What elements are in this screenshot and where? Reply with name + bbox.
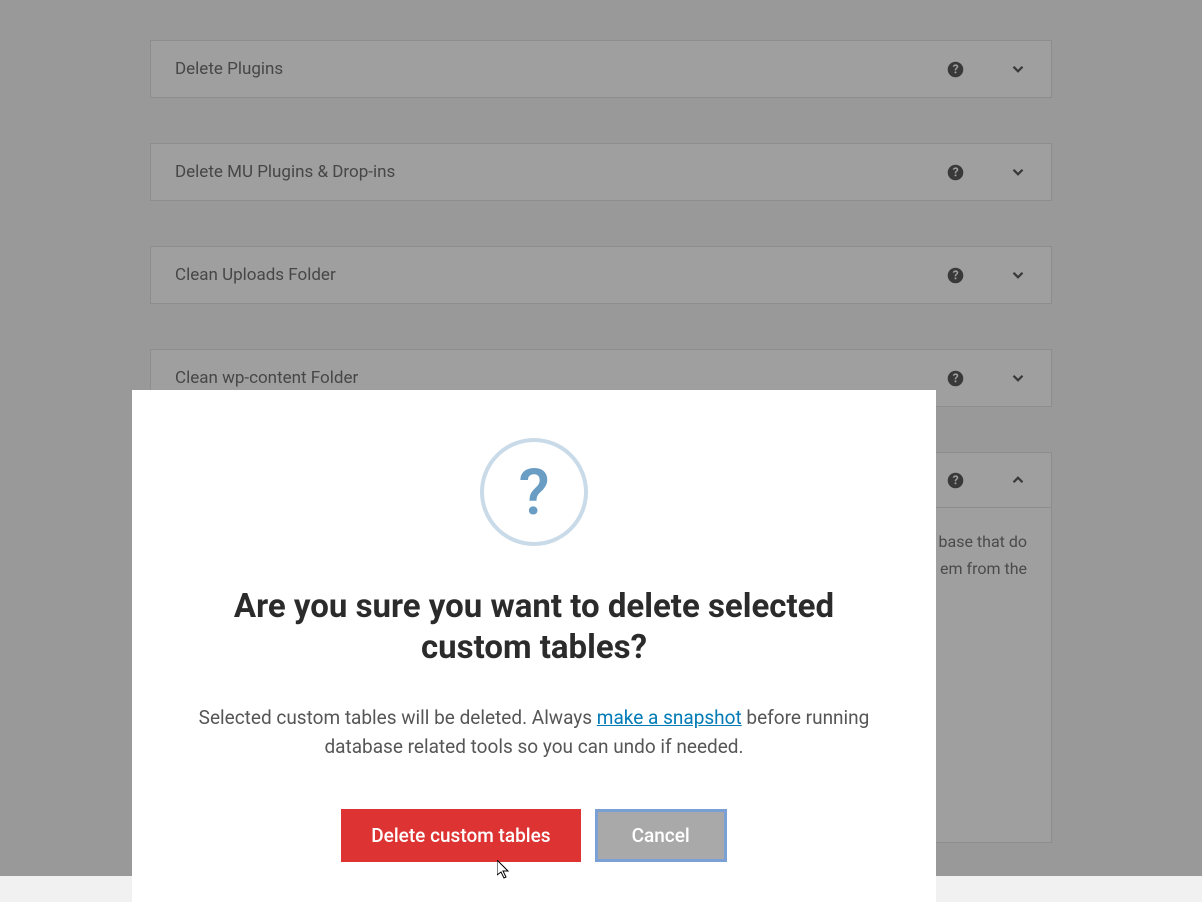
question-icon: ?	[480, 438, 588, 546]
modal-buttons: Delete custom tables Cancel	[187, 809, 881, 862]
modal-title: Are you sure you want to delete selected…	[187, 586, 881, 669]
modal-description: Selected custom tables will be deleted. …	[187, 703, 881, 762]
modal-desc-before: Selected custom tables will be deleted. …	[199, 706, 597, 729]
delete-custom-tables-button[interactable]: Delete custom tables	[341, 809, 580, 862]
cancel-button[interactable]: Cancel	[595, 809, 727, 862]
modal-icon-wrap: ?	[187, 438, 881, 546]
snapshot-link[interactable]: make a snapshot	[597, 706, 742, 729]
question-glyph: ?	[518, 455, 549, 530]
confirm-dialog: ? Are you sure you want to delete select…	[132, 390, 936, 902]
